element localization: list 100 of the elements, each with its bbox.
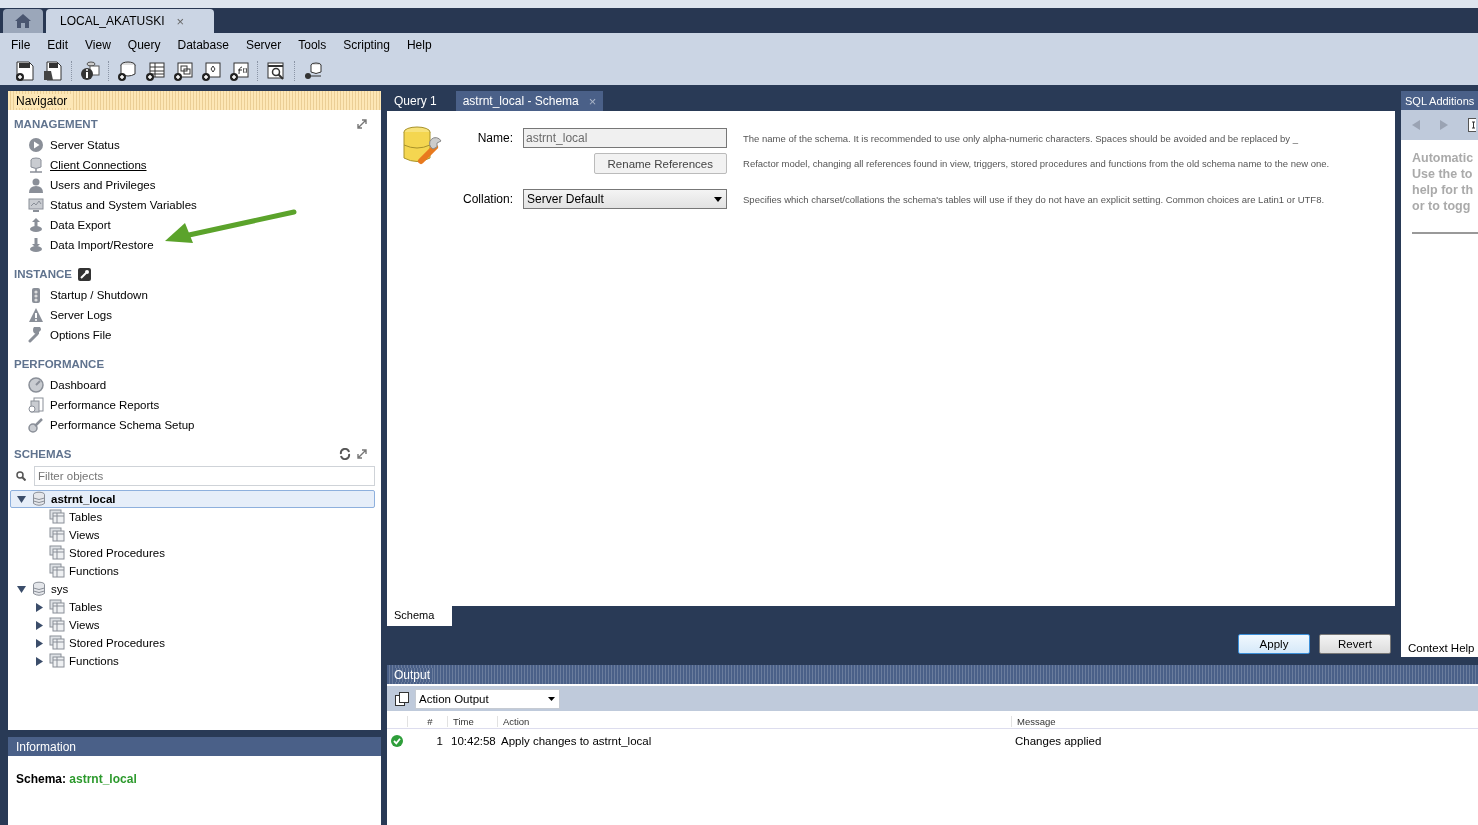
open-sql-file-icon[interactable] (42, 60, 64, 82)
caret-icon (714, 196, 723, 202)
rename-button[interactable]: Rename References (593, 153, 728, 174)
menu-item[interactable]: View (78, 38, 118, 52)
table-cell-text: Apply changes to astrnt_local (500, 735, 653, 747)
toggle-icon[interactable] (1468, 118, 1476, 132)
navigator-item[interactable]: Data Export (50, 219, 111, 231)
tree-item[interactable]: Functions (28, 652, 375, 670)
home-tab[interactable] (3, 9, 43, 33)
menu-item[interactable]: Tools (291, 38, 334, 52)
new-sql-tab-icon[interactable] (14, 60, 36, 82)
collation-dropdown[interactable]: Server Default (523, 189, 728, 209)
home-icon (13, 12, 33, 30)
tree-item[interactable]: Views (28, 616, 375, 634)
navigator-item[interactable]: Status and System Variables (50, 199, 197, 211)
help-text: Automatic Use the to help for th or to togg (1412, 150, 1475, 214)
section-title: INSTANCE (14, 268, 72, 280)
caret-icon (548, 696, 555, 701)
expand-icon[interactable] (357, 119, 367, 129)
navigator-item[interactable]: Data Import/Restore (50, 239, 154, 251)
action-button[interactable]: Apply (1238, 634, 1310, 654)
table-group-icon (49, 617, 65, 633)
collapse-arrow-icon[interactable] (16, 584, 26, 594)
database-icon (31, 491, 47, 507)
menu-item[interactable]: Scripting (336, 38, 397, 52)
menu-item[interactable]: File (4, 38, 38, 52)
table-group-icon (49, 635, 65, 651)
section-title: MANAGEMENT (14, 118, 98, 130)
menu-item[interactable]: Server (238, 38, 289, 52)
navigator-item[interactable]: Performance Reports (50, 399, 160, 411)
expand-icon[interactable] (357, 449, 367, 459)
add-view-icon[interactable] (172, 60, 194, 82)
tree-item[interactable]: Tables (28, 598, 375, 616)
hint-text: The name of the schema. It is recommended to use only alpha-numeric characters. Spaces should be avoided and be replaced by _ (742, 132, 1300, 144)
column-header: Action (497, 715, 1011, 727)
wrench-icon (28, 327, 44, 343)
output-type-dropdown[interactable]: Action Output (415, 688, 560, 709)
table-group-icon (49, 563, 65, 579)
panel-title: Output (394, 667, 435, 682)
navigator-item[interactable]: Server Logs (50, 309, 112, 321)
hint-text: Refactor model, changing all references found in view, triggers, stored procedures and functions from the old schema name to the new one. (742, 158, 1330, 169)
navigator-item[interactable]: Performance Schema Setup (50, 419, 195, 431)
play-icon (28, 137, 44, 153)
context-help-tab[interactable]: Context Help (1401, 638, 1478, 657)
table-group-icon (49, 509, 65, 525)
add-table-icon[interactable] (144, 60, 166, 82)
copy-icon[interactable] (395, 691, 409, 706)
table-group-icon (49, 527, 65, 543)
section-title: PERFORMANCE (14, 358, 105, 370)
filter-field[interactable]: Filter objects (34, 466, 375, 486)
table-group-icon (49, 653, 65, 669)
info-icon[interactable] (79, 60, 101, 82)
download-icon (28, 237, 44, 253)
section-title: SCHEMAS (14, 448, 72, 460)
table-cell-text: 10:42:58 (450, 735, 497, 747)
table-group-icon (49, 545, 65, 561)
panel-title: Navigator (16, 93, 72, 108)
gauge-icon (28, 377, 44, 393)
action-button[interactable]: Revert (1319, 634, 1391, 654)
tree-item[interactable]: astrnt_local (10, 490, 375, 508)
navigator-item[interactable]: Options File (50, 329, 112, 341)
menu-item[interactable]: Edit (40, 38, 76, 52)
navigator-item[interactable]: Server Status (50, 139, 120, 151)
search-table-icon[interactable] (265, 60, 287, 82)
hint-text: Specifies which charset/collations the schema's tables will use if they do not have an explicit setting. Common choices are Latin1 or UTF8. (742, 193, 1326, 205)
menu-item[interactable]: Query (120, 38, 168, 52)
tree-item[interactable]: Views (28, 526, 375, 544)
tree-item[interactable]: Tables (28, 508, 375, 526)
monitor-icon (28, 197, 44, 213)
database-network-icon (28, 157, 44, 173)
tree-item[interactable]: Stored Procedures (28, 544, 375, 562)
navigator-item[interactable]: Users and Privileges (50, 179, 156, 191)
tree-item[interactable]: Stored Procedures (28, 634, 375, 652)
editor-tab[interactable]: Query 1 (387, 91, 444, 111)
table-cell-text: 1 (435, 735, 444, 747)
schema-info: Schema: astrnt_local (16, 772, 137, 786)
connection-tab[interactable]: LOCAL_AKATUSKI × (46, 9, 215, 33)
add-procedure-icon[interactable] (200, 60, 222, 82)
tree-item[interactable]: sys (10, 580, 375, 598)
table-cell-text: Changes applied (1014, 735, 1103, 747)
navigator-item[interactable]: Dashboard (50, 379, 107, 391)
field-label: Collation: (463, 192, 514, 206)
report-icon (28, 397, 44, 413)
editor-tab[interactable]: astrnt_local - Schema × (455, 91, 604, 111)
refresh-icon[interactable] (339, 448, 351, 460)
add-database-icon[interactable] (116, 60, 138, 82)
tree-item[interactable]: Functions (28, 562, 375, 580)
table-group-icon (49, 599, 65, 615)
collapse-arrow-icon[interactable] (16, 494, 26, 504)
menu-item[interactable]: Help (399, 38, 439, 52)
menu-item[interactable]: Database (170, 38, 236, 52)
add-function-icon[interactable] (228, 60, 250, 82)
navigator-item[interactable]: Client Connections (50, 159, 147, 171)
close-button[interactable]: × (176, 13, 185, 29)
column-header: # (407, 715, 447, 727)
schema-tab[interactable]: Schema (387, 606, 453, 626)
column-header: Message (1011, 715, 1478, 727)
upload-icon (28, 217, 44, 233)
search-icon (16, 471, 26, 481)
navigator-item[interactable]: Startup / Shutdown (50, 289, 148, 301)
